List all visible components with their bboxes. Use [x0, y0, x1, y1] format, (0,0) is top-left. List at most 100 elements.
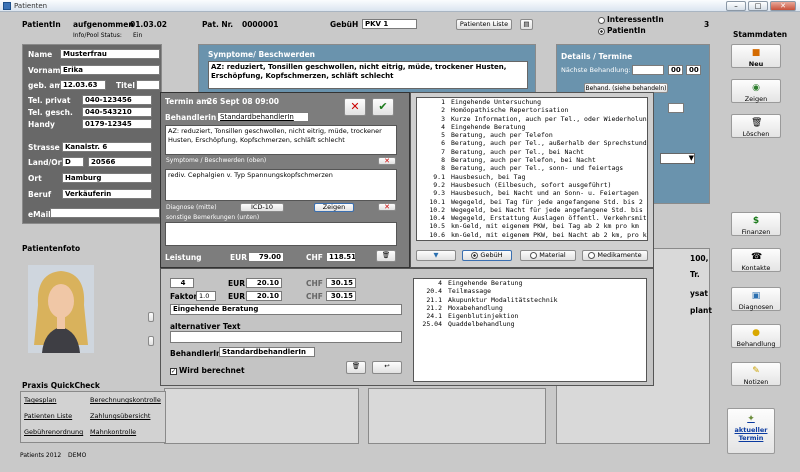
beruf-field[interactable]: Verkäuferin [62, 189, 152, 199]
loeschen-button[interactable]: 🗑 Löschen [731, 114, 781, 138]
list-item[interactable]: 9.1 Hausbesuch, bei Tag [419, 173, 647, 181]
strasse-field[interactable]: Kanalstr. 6 [62, 142, 152, 152]
tel-gesch-field[interactable]: 040-543210 [82, 107, 152, 117]
link-patienten-liste[interactable]: Patienten Liste [24, 412, 72, 420]
vorname-field[interactable]: Erika [60, 65, 160, 75]
alt-text-field[interactable] [170, 331, 402, 343]
item-save-icon[interactable]: ↩ [372, 361, 402, 374]
kontakte-button[interactable]: ☎ Kontakte [731, 248, 781, 272]
symptom-clear-icon[interactable]: ✕ [378, 157, 396, 165]
zeigen-diagnose-button[interactable]: Zeigen [314, 203, 354, 212]
code-list[interactable]: 1 Eingehende Untersuchung 2 Homöopathische … [416, 97, 648, 241]
faktor-eur: 20.10 [246, 291, 282, 301]
next-hh[interactable]: 00 [668, 65, 683, 75]
name-field[interactable]: Musterfrau [60, 49, 160, 59]
radio-material[interactable]: Material [520, 250, 576, 261]
minimize-button[interactable]: – [726, 1, 746, 11]
maximize-button[interactable]: □ [748, 1, 768, 11]
bg-small-button-1[interactable] [148, 312, 154, 322]
list-item[interactable]: 4 Eingehende Beratung [419, 123, 647, 131]
email-field[interactable] [50, 208, 160, 218]
list-item[interactable]: 7 Beratung, auch per Tel., bei Nacht [419, 148, 647, 156]
radio-interessent[interactable]: InteressentIn [598, 15, 664, 24]
close-button[interactable]: ✕ [770, 1, 796, 11]
radio-gebueh[interactable]: GebüH [462, 250, 512, 261]
list-item[interactable]: 8 Beratung, auch per Tel., sonn- und feie… [419, 164, 647, 172]
link-tagesplan[interactable]: Tagesplan [24, 396, 56, 404]
aktueller-termin-button[interactable]: ✦ aktueller Termin [727, 408, 775, 454]
faktor-field[interactable]: 1.0 [196, 291, 216, 301]
diagnose-text[interactable]: rediv. Cephalgien v. Typ Spannungskopfsc… [165, 169, 397, 201]
list-item[interactable]: 21.2 Moxabehandlung [416, 304, 646, 312]
list-item[interactable]: 21.1 Akupunktur Modalitätstechnik [416, 296, 646, 304]
item-text-field[interactable]: Eingehende Beratung [170, 304, 402, 315]
dialog-delete-icon[interactable]: 🗑 [376, 250, 396, 262]
list-item[interactable]: 10.4 Wegegeld, Erstattung Auslagen öffent… [419, 214, 647, 222]
item-delete-icon[interactable]: 🗑 [346, 361, 366, 374]
plz-field[interactable]: 20566 [88, 157, 152, 167]
behandler-select[interactable]: StandardbehandlerIn [217, 112, 309, 122]
tel-privat-field[interactable]: 040-123456 [82, 95, 152, 105]
dialog-symptom-text[interactable]: AZ: reduziert, Tonsillen geschwollen, ni… [165, 125, 397, 155]
zeigen-button[interactable]: ◉ Zeigen [731, 79, 781, 103]
list-item[interactable]: 10.2 Wegegeld, bei Nacht für jede angefan… [419, 206, 647, 214]
list-item[interactable]: 20.4 Teilmassage [416, 287, 646, 295]
radio-medikamente[interactable]: Medikamente [582, 250, 648, 261]
confirm-icon[interactable]: ✔ [372, 98, 394, 116]
list-item[interactable]: 2 Homöopathische Repertorisation [419, 106, 647, 114]
print-icon[interactable]: ▤ [520, 19, 533, 30]
diagnose-clear-icon[interactable]: ✕ [378, 203, 396, 211]
list-item[interactable]: 25.04 Quaddelbehandlung [416, 320, 646, 328]
list-item[interactable]: 10.1 Wegegeld, bei Tag für jede angefange… [419, 198, 647, 206]
qty-field[interactable]: 4 [170, 278, 194, 288]
selected-list[interactable]: 4 Eingehende Beratung 20.4 Teilmassage 21.1 A… [413, 278, 647, 382]
list-item[interactable]: 3 Kurze Information, auch per Tel., oder … [419, 115, 647, 123]
item-chf[interactable]: 30.15 [326, 278, 356, 288]
icd-button[interactable]: ICD-10 [240, 203, 284, 212]
scroll-down-icon[interactable]: ▼ [416, 250, 456, 261]
list-item[interactable]: 1 Eingehende Untersuchung [419, 98, 647, 106]
symptoms-text[interactable]: AZ: reduziert, Tonsillen geschwollen, ni… [208, 61, 528, 89]
list-item-text: Wegegeld, bei Tag für jede angefangene S… [451, 197, 643, 206]
notizen-button[interactable]: ✎ Notizen [731, 362, 781, 386]
titel-field[interactable] [136, 80, 160, 90]
list-item[interactable]: 5 Beratung, auch per Telefon [419, 131, 647, 139]
geb-field[interactable]: 12.03.63 [60, 80, 106, 90]
neu-button[interactable]: ■ Neu [731, 44, 781, 68]
patients-list-button[interactable]: Patienten Liste [456, 19, 512, 30]
list-item[interactable]: 9.2 Hausbesuch (Eilbesuch, sofort ausgefü… [419, 181, 647, 189]
list-item[interactable]: 24.1 Eigenblutinjektion [416, 312, 646, 320]
list-item[interactable]: 9.3 Hausbesuch, bei Nacht und an Sonn- u.… [419, 189, 647, 197]
handy-field[interactable]: 0179-12345 [82, 119, 152, 129]
list-item[interactable]: 10.5 km-Geld, mit eigenem PKW, bei Tag ab… [419, 222, 647, 230]
diagnosis-icon: ▣ [751, 291, 761, 301]
list-item[interactable]: 8 Beratung, auch per Telefon, bei Nacht [419, 156, 647, 164]
diagnosen-button[interactable]: ▣ Diagnosen [731, 287, 781, 311]
next-date-field[interactable] [632, 65, 664, 75]
wird-berechnet-checkbox[interactable]: ✓ Wird berechnet [170, 366, 245, 375]
diagnosen-label: Diagnosen [738, 303, 774, 311]
faktor-eur-label: EUR [228, 292, 245, 301]
link-mahnkontrolle[interactable]: Mahnkontrolle [90, 428, 136, 436]
cancel-icon[interactable]: ✕ [344, 98, 366, 116]
details-field-1[interactable] [668, 103, 684, 113]
radio-patient[interactable]: PatientIn [598, 26, 646, 35]
list-item[interactable]: 10.6 km-Geld, mit eigenem PKW, bei Nacht … [419, 231, 647, 239]
next-mm[interactable]: 00 [686, 65, 701, 75]
bemerkungen-text[interactable] [165, 222, 397, 246]
ort-field[interactable]: Hamburg [62, 173, 152, 183]
link-gebuehrenordnung[interactable]: Gebührenordnung [24, 428, 83, 436]
bg-small-button-2[interactable] [148, 336, 154, 346]
item-behandler-field[interactable]: StandardbehandlerIn [219, 347, 315, 357]
behandlung-button[interactable]: ● Behandlung [731, 324, 781, 348]
link-berechnungskontrolle[interactable]: Berechnungskontrolle [90, 396, 161, 404]
list-item[interactable]: 4 Eingehende Beratung [416, 279, 646, 287]
link-zahlungsuebersicht[interactable]: Zahlungsübersicht [90, 412, 150, 420]
list-item[interactable]: 6 Beratung, auch per Tel., außerhalb der … [419, 139, 647, 147]
details-dropdown[interactable]: ▼ [660, 153, 695, 164]
item-eur[interactable]: 20.10 [246, 278, 282, 288]
status-text: aufgenommen [73, 20, 134, 29]
finanzen-button[interactable]: $ Finanzen [731, 212, 781, 236]
land-field[interactable]: D [62, 157, 84, 167]
gebuehr-field[interactable]: PKV 1 [362, 19, 417, 29]
